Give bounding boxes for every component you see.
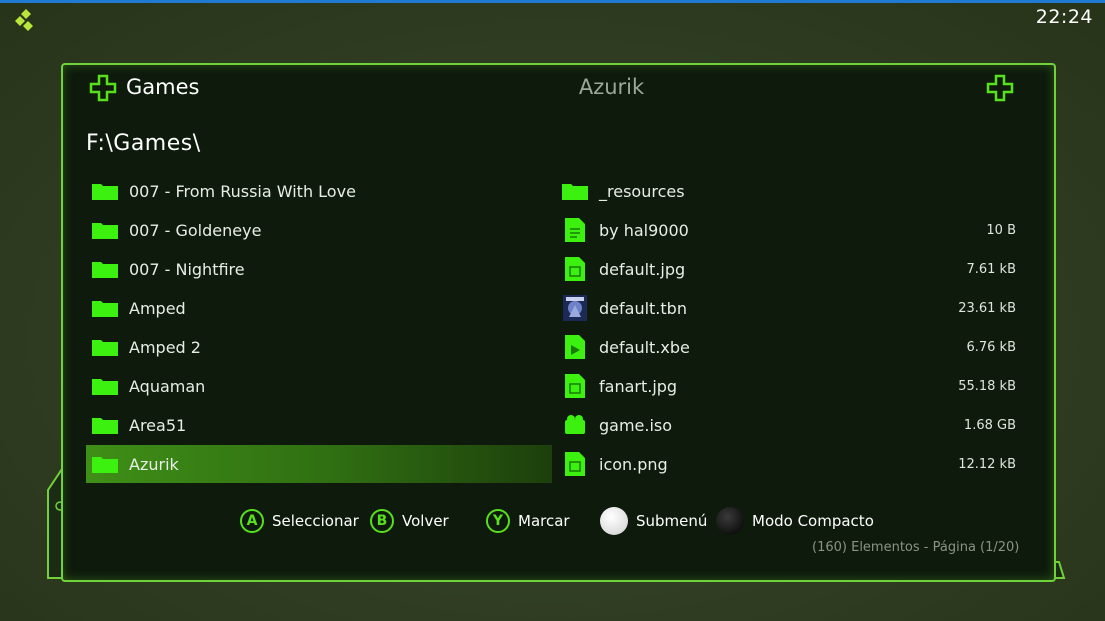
file-name: default.jpg: [599, 259, 686, 279]
hint-mark[interactable]: Y Marcar: [486, 506, 570, 536]
folder-icon: [92, 453, 118, 475]
folder-icon: [562, 180, 588, 202]
item-count-status: (160) Elementos - Página (1/20): [812, 540, 1019, 555]
window-title: Games: [126, 75, 200, 99]
folder-name: 007 - Nightfire: [129, 259, 245, 279]
hint-label: Volver: [402, 512, 449, 530]
y-button-icon: Y: [486, 509, 510, 533]
folder-name: Area51: [129, 415, 187, 435]
folder-icon: [92, 297, 118, 319]
list-item[interactable]: _resources: [562, 172, 1024, 210]
hint-label: Marcar: [518, 512, 570, 530]
file-name: icon.png: [599, 454, 668, 474]
list-item[interactable]: Amped: [92, 289, 550, 327]
hint-back[interactable]: B Volver: [370, 506, 449, 536]
plus-icon: [986, 74, 1014, 102]
folder-icon: [92, 414, 118, 436]
hint-label: Modo Compacto: [752, 512, 874, 530]
file-name: fanart.jpg: [599, 376, 678, 396]
black-button-icon: [716, 507, 744, 535]
list-item[interactable]: game.iso 1.68 GB: [562, 406, 1024, 444]
file-name: game.iso: [599, 415, 673, 435]
folder-icon: [92, 258, 118, 280]
file-size: 10 B: [986, 222, 1016, 238]
list-item[interactable]: fanart.jpg 55.18 kB: [562, 367, 1024, 405]
list-item[interactable]: default.jpg 7.61 kB: [562, 250, 1024, 288]
thumbnail-icon: [562, 295, 588, 321]
executable-file-icon: [562, 335, 588, 359]
list-item[interactable]: default.xbe 6.76 kB: [562, 328, 1024, 366]
list-item[interactable]: Amped 2: [92, 328, 550, 366]
file-name: _resources: [599, 181, 685, 201]
folder-name: Amped: [129, 298, 186, 318]
folder-name: Aquaman: [129, 376, 206, 396]
folder-icon: [92, 336, 118, 358]
item-count: (160): [812, 540, 847, 555]
folder-icon: [92, 375, 118, 397]
hint-label: Submenú: [636, 512, 708, 530]
image-file-icon: [562, 257, 588, 281]
plus-icon: [89, 74, 117, 102]
list-item[interactable]: by hal9000 10 B: [562, 211, 1024, 249]
disc-image-icon: [562, 414, 588, 436]
file-size: 1.68 GB: [963, 417, 1016, 433]
file-size: 6.76 kB: [966, 339, 1016, 355]
list-item[interactable]: default.tbn 23.61 kB: [562, 289, 1024, 327]
image-file-icon: [562, 452, 588, 476]
folder-name: 007 - Goldeneye: [129, 220, 262, 240]
white-button-icon: [600, 507, 628, 535]
items-page-label: Elementos - Página: [851, 540, 976, 555]
clock: 22:24: [1035, 6, 1093, 28]
list-item-selected[interactable]: Azurik: [86, 445, 552, 483]
hint-compact-mode[interactable]: Modo Compacto: [716, 506, 874, 536]
a-button-icon: A: [240, 509, 264, 533]
list-item[interactable]: Area51: [92, 406, 550, 444]
file-size: 23.61 kB: [958, 300, 1016, 316]
file-name: default.xbe: [599, 337, 690, 357]
folder-icon: [92, 180, 118, 202]
list-item[interactable]: 007 - From Russia With Love: [92, 172, 550, 210]
current-item-label: Azurik: [578, 75, 645, 99]
list-item[interactable]: 007 - Goldeneye: [92, 211, 550, 249]
xbmc-logo-icon: [15, 9, 33, 31]
b-button-icon: B: [370, 509, 394, 533]
folder-name: Azurik: [129, 454, 179, 474]
list-item[interactable]: Aquaman: [92, 367, 550, 405]
list-item[interactable]: icon.png 12.12 kB: [562, 445, 1024, 483]
text-file-icon: [562, 218, 588, 242]
image-file-icon: [562, 374, 588, 398]
folder-icon: [92, 219, 118, 241]
list-item[interactable]: 007 - Nightfire: [92, 250, 550, 288]
top-border: [0, 0, 1105, 3]
current-path: F:\Games\: [86, 131, 201, 156]
folder-name: Amped 2: [129, 337, 201, 357]
hint-label: Seleccionar: [272, 512, 359, 530]
file-name: by hal9000: [599, 220, 689, 240]
folder-name: 007 - From Russia With Love: [129, 181, 356, 201]
page-indicator: (1/20): [980, 540, 1020, 555]
hint-submenu[interactable]: Submenú: [600, 506, 707, 536]
file-size: 7.61 kB: [966, 261, 1016, 277]
file-size: 12.12 kB: [958, 456, 1016, 472]
file-name: default.tbn: [599, 298, 687, 318]
file-size: 55.18 kB: [958, 378, 1016, 394]
hint-select[interactable]: A Seleccionar: [240, 506, 359, 536]
